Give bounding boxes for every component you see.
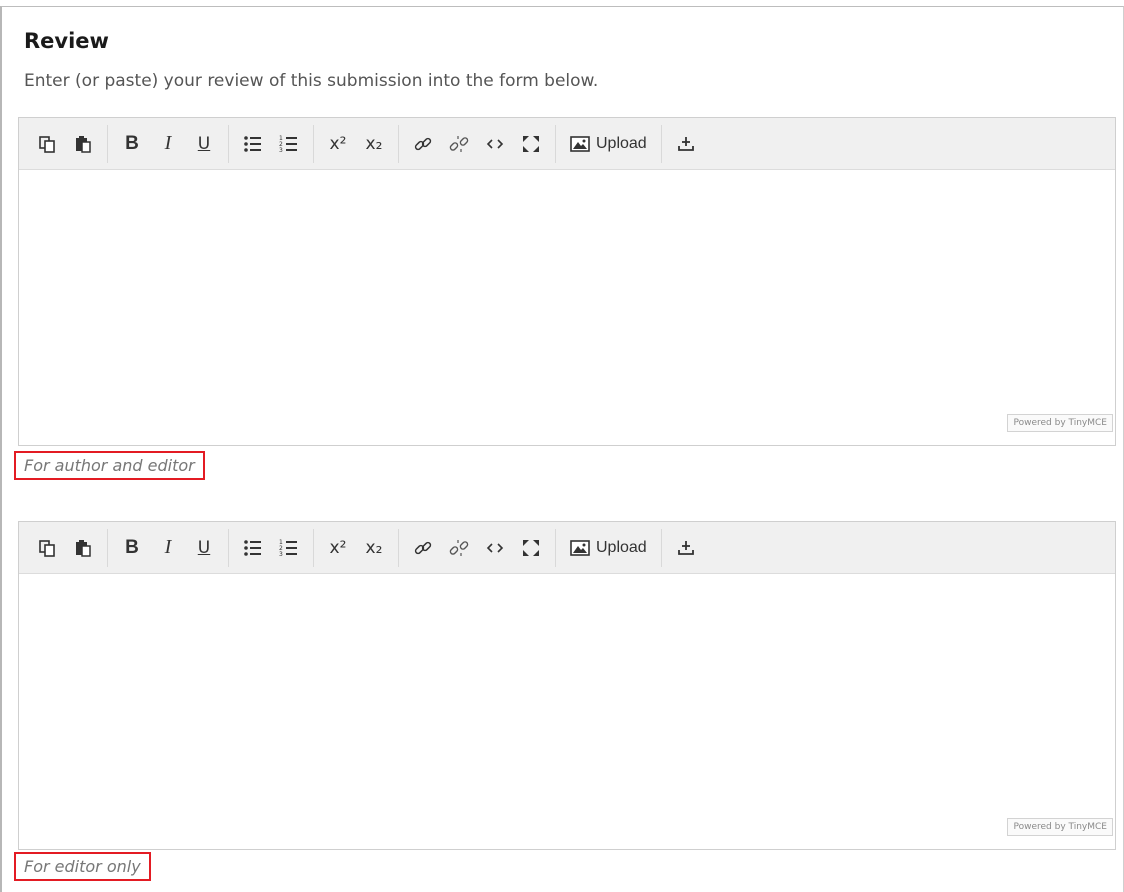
- editor-visibility-note: For author and editor: [14, 451, 205, 480]
- link-icon[interactable]: [405, 127, 441, 161]
- clipboard-group: [23, 528, 108, 567]
- clipboard-group: [23, 124, 108, 163]
- paste-icon[interactable]: [65, 127, 101, 161]
- bold-icon[interactable]: B: [114, 127, 150, 161]
- numbered-list-icon[interactable]: 123: [271, 531, 307, 565]
- download-group: [662, 125, 710, 163]
- upload-label: Upload: [596, 538, 647, 556]
- script-group: x² x₂: [314, 124, 399, 163]
- superscript-icon[interactable]: x²: [320, 531, 356, 565]
- editor-content-area[interactable]: Powered by TinyMCE: [19, 574, 1115, 838]
- italic-icon[interactable]: I: [150, 127, 186, 161]
- review-editor-editor-only: B I U 123 x² x₂ Upload Powered by TinyMC…: [18, 521, 1116, 850]
- numbered-list-icon[interactable]: 123: [271, 127, 307, 161]
- underline-icon[interactable]: U: [186, 127, 222, 161]
- powered-by-badge[interactable]: Powered by TinyMCE: [1007, 818, 1113, 836]
- download-group: [662, 529, 710, 567]
- download-icon[interactable]: [668, 127, 704, 161]
- italic-icon[interactable]: I: [150, 531, 186, 565]
- section-title: Review: [24, 29, 109, 53]
- list-group: 123: [229, 124, 314, 163]
- image-upload-icon: [570, 539, 590, 556]
- link-icon[interactable]: [405, 531, 441, 565]
- code-icon[interactable]: [477, 531, 513, 565]
- bullet-list-icon[interactable]: [235, 531, 271, 565]
- copy-icon[interactable]: [29, 127, 65, 161]
- image-upload-icon: [570, 135, 590, 152]
- svg-text:3: 3: [279, 147, 283, 154]
- download-icon[interactable]: [668, 531, 704, 565]
- section-description: Enter (or paste) your review of this sub…: [24, 71, 599, 91]
- unlink-icon[interactable]: [441, 127, 477, 161]
- script-group: x² x₂: [314, 528, 399, 567]
- review-editor-author: B I U 123 x² x₂ Upload Powered by TinyMC…: [18, 117, 1116, 446]
- unlink-icon[interactable]: [441, 531, 477, 565]
- list-group: 123: [229, 528, 314, 567]
- upload-label: Upload: [596, 134, 647, 152]
- subscript-icon[interactable]: x₂: [356, 127, 392, 161]
- format-group: B I U: [108, 124, 229, 163]
- editor-visibility-note: For editor only: [14, 852, 151, 881]
- upload-button[interactable]: Upload: [562, 531, 655, 565]
- paste-icon[interactable]: [65, 531, 101, 565]
- format-group: B I U: [108, 528, 229, 567]
- code-icon[interactable]: [477, 127, 513, 161]
- editor-toolbar: B I U 123 x² x₂ Upload: [19, 522, 1115, 574]
- powered-by-badge[interactable]: Powered by TinyMCE: [1007, 414, 1113, 432]
- insert-group: [399, 528, 556, 567]
- upload-button[interactable]: Upload: [562, 127, 655, 161]
- editor-content-area[interactable]: Powered by TinyMCE: [19, 170, 1115, 434]
- fullscreen-icon[interactable]: [513, 531, 549, 565]
- upload-group: Upload: [556, 124, 662, 163]
- underline-icon[interactable]: U: [186, 531, 222, 565]
- bullet-list-icon[interactable]: [235, 127, 271, 161]
- upload-group: Upload: [556, 528, 662, 567]
- svg-text:3: 3: [279, 551, 283, 558]
- bold-icon[interactable]: B: [114, 531, 150, 565]
- fullscreen-icon[interactable]: [513, 127, 549, 161]
- subscript-icon[interactable]: x₂: [356, 531, 392, 565]
- editor-toolbar: B I U 123 x² x₂ Upload: [19, 118, 1115, 170]
- insert-group: [399, 124, 556, 163]
- superscript-icon[interactable]: x²: [320, 127, 356, 161]
- copy-icon[interactable]: [29, 531, 65, 565]
